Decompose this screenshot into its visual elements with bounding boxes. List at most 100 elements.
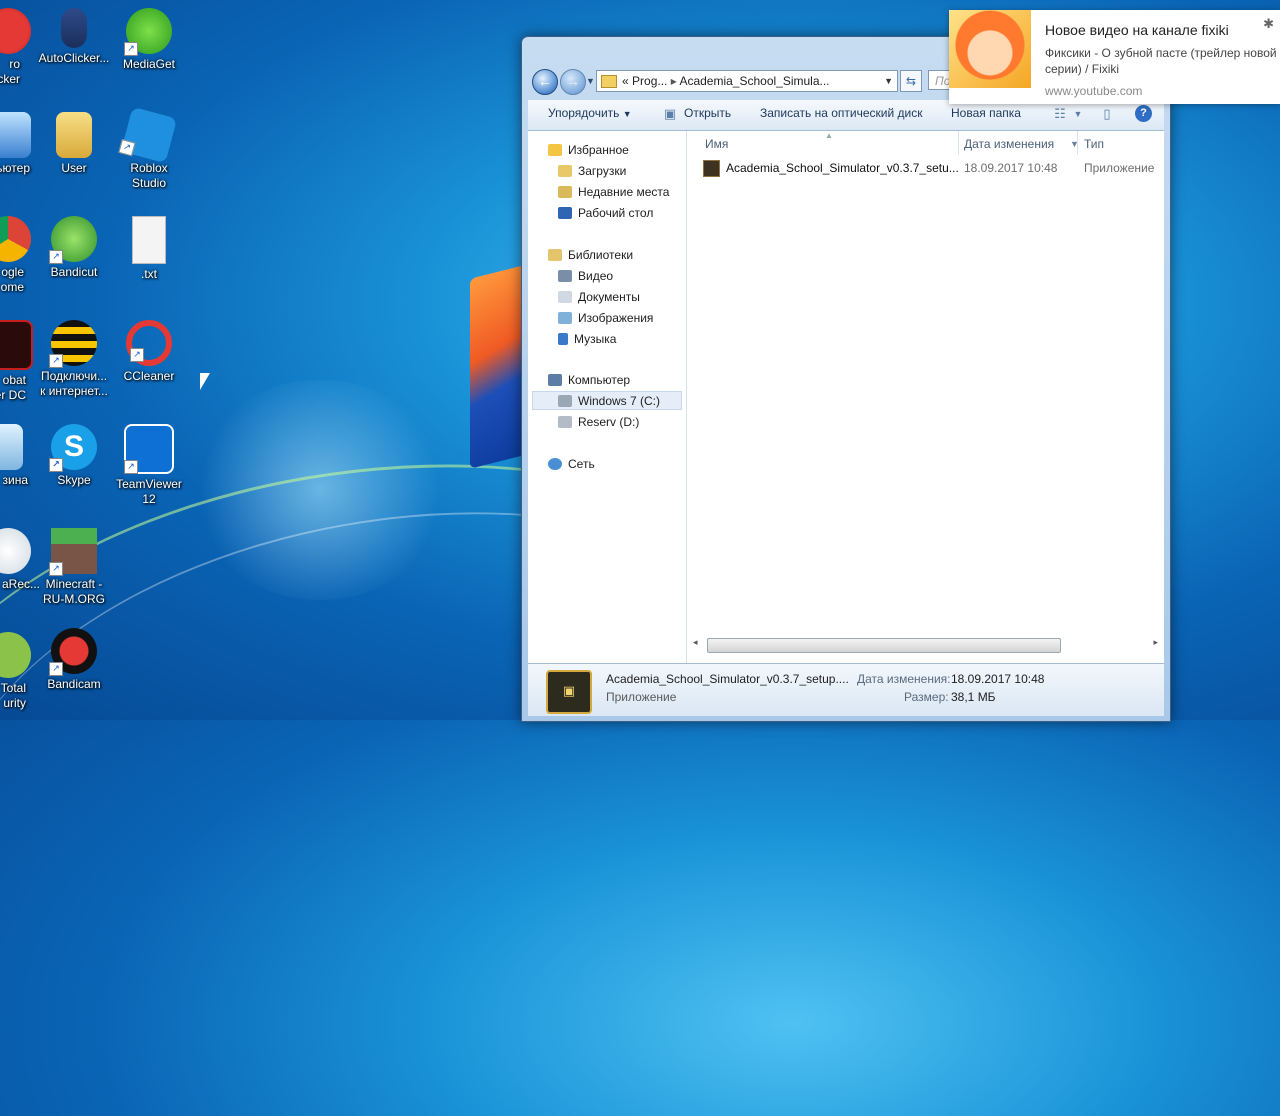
ccleaner-icon: ↗ (126, 320, 172, 366)
organize-label: Упорядочить (548, 106, 620, 120)
explorer-window[interactable]: ← → ▼ « Prog... ▸ Academia_School_Simula… (521, 36, 1171, 722)
shortcut-arrow-icon: ↗ (124, 42, 138, 56)
nav-label: Reserv (D:) (578, 415, 640, 429)
desktop-icon-autoclicker[interactable]: AutoClicker... (36, 8, 112, 66)
gear-icon[interactable]: ✱ (1263, 16, 1274, 32)
desktop-icon-ccleaner[interactable]: ↗ CCleaner (111, 320, 187, 384)
nav-desktop[interactable]: Рабочий стол (558, 204, 653, 223)
nav-video[interactable]: Видео (558, 267, 613, 286)
nav-drive-d[interactable]: Reserv (D:) (558, 413, 639, 432)
desktop-icon-label: MediaGet (122, 57, 176, 71)
scrollbar-thumb[interactable] (707, 638, 1061, 653)
nav-images[interactable]: Изображения (558, 309, 653, 328)
skype-icon: S ↗ (49, 424, 97, 472)
open-button[interactable]: Открыть (684, 106, 731, 120)
sort-indicator-icon: ▲ (825, 131, 833, 140)
horizontal-scrollbar[interactable]: ◂ ▸ (687, 637, 1164, 653)
organize-button[interactable]: Упорядочить ▼ (548, 106, 632, 120)
nav-label: Изображения (578, 311, 654, 325)
forward-button[interactable]: → (560, 69, 586, 95)
desktop-icon-label: User (61, 161, 87, 175)
downloads-folder-icon (558, 165, 572, 177)
new-folder-button[interactable]: Новая папка (951, 106, 1021, 120)
desktop-icon-roblox-studio[interactable]: ↗ Roblox Studio (111, 106, 187, 191)
video-icon (558, 270, 572, 282)
address-dropdown-icon[interactable]: ▼ (884, 71, 893, 91)
nav-favorites[interactable]: Избранное (548, 141, 629, 160)
shortcut-arrow-icon: ↗ (118, 139, 136, 157)
desktop-icon-bandicam[interactable]: ↗ Bandicam (36, 628, 112, 692)
mouse-icon (61, 8, 87, 48)
scroll-right-icon[interactable]: ▸ (1153, 637, 1158, 648)
file-date: 18.09.2017 10:48 (964, 161, 1058, 175)
video-thumbnail (949, 10, 1031, 88)
preview-pane-icon[interactable]: ▯ (1099, 106, 1115, 122)
column-header-type[interactable]: Тип (1084, 137, 1104, 151)
nav-label: Музыка (574, 332, 617, 346)
drive-icon (558, 416, 572, 428)
column-divider[interactable] (1077, 131, 1078, 155)
scroll-left-icon[interactable]: ◂ (693, 637, 698, 648)
shortcut-arrow-icon: ↗ (49, 354, 63, 368)
burn-disc-button[interactable]: Записать на оптический диск (760, 106, 923, 120)
desktop-icon-minecraft[interactable]: ↗ Minecraft - RU-M.ORG (36, 528, 112, 607)
table-row[interactable]: Academia_School_Simulator_v0.3.7_setu...… (701, 157, 1164, 179)
desktop-icon-beeline[interactable]: ↗ Подключи... к интернет... (36, 320, 112, 399)
notification-body: Фиксики - О зубной пасте (трейлер новой … (1045, 46, 1277, 76)
back-button[interactable]: ← (532, 69, 558, 95)
notification-title: Новое видео на канале fixiki (1045, 22, 1229, 38)
nav-label: Библиотеки (568, 248, 634, 262)
desktop-icon-bandicut[interactable]: ↗ Bandicut (36, 216, 112, 280)
desktop-icon-label: Bandicut (50, 265, 98, 279)
shortcut-arrow-icon: ↗ (130, 348, 144, 362)
breadcrumb-overflow[interactable]: « (622, 74, 629, 88)
desktop-icon-user[interactable]: User (36, 112, 112, 176)
desktop-icon-label: TeamViewer 12 (116, 477, 182, 506)
music-icon (558, 333, 568, 345)
nav-computer[interactable]: Компьютер (548, 371, 630, 390)
nav-drive-c[interactable]: Windows 7 (C:) (532, 391, 682, 410)
view-options-icon[interactable]: ☷ (1052, 106, 1068, 122)
desktop-icon-txt[interactable]: .txt (111, 216, 187, 282)
file-name: Academia_School_Simulator_v0.3.7_setu... (726, 161, 959, 175)
desktop-icon-label: CCleaner (123, 369, 175, 383)
breadcrumb-item[interactable]: Academia_School_Simula... (679, 74, 829, 88)
refresh-icon[interactable]: ⇆ (900, 70, 922, 92)
desktop-icon-label: Roblox Studio (130, 161, 168, 190)
pro-clicker-icon (0, 8, 31, 54)
total-security-icon (0, 632, 31, 678)
breadcrumb-item[interactable]: Prog... (632, 74, 667, 88)
nav-network[interactable]: Сеть (548, 455, 595, 474)
column-header-name[interactable]: Имя (705, 137, 728, 151)
roblox-studio-icon: ↗ (118, 106, 178, 164)
open-icon: ▣ (663, 106, 677, 121)
desktop-icon-label: Minecraft - RU-M.ORG (43, 577, 105, 606)
nav-libraries[interactable]: Библиотеки (548, 246, 633, 265)
shortcut-arrow-icon: ↗ (49, 458, 63, 472)
address-bar[interactable]: « Prog... ▸ Academia_School_Simula... ▼ (596, 70, 898, 92)
camera-icon (0, 528, 31, 574)
details-size-value: 38,1 МБ (951, 690, 996, 704)
column-divider[interactable] (958, 131, 959, 155)
shortcut-arrow-icon: ↗ (49, 250, 63, 264)
bandicam-icon: ↗ (49, 628, 97, 676)
desktop-icon-teamviewer[interactable]: ↗ TeamViewer 12 (111, 424, 187, 507)
nav-music[interactable]: Музыка (558, 330, 616, 349)
desktop-icon-skype[interactable]: S ↗ Skype (36, 424, 112, 488)
nav-recent-places[interactable]: Недавние места (558, 183, 669, 202)
details-pane: ▣ Academia_School_Simulator_v0.3.7_setup… (528, 663, 1164, 716)
youtube-notification[interactable]: Новое видео на канале fixiki Фиксики - О… (949, 10, 1280, 104)
desktop-icon-label: Skype (57, 473, 91, 487)
column-header-date[interactable]: Дата изменения (964, 137, 1054, 151)
nav-label: Видео (578, 269, 614, 283)
nav-documents[interactable]: Документы (558, 288, 640, 307)
nav-downloads[interactable]: Загрузки (558, 162, 626, 181)
recent-pages-dropdown-icon[interactable]: ▼ (586, 76, 595, 86)
bandicut-icon: ↗ (49, 216, 97, 264)
chevron-down-icon[interactable]: ▼ (1070, 106, 1086, 122)
breadcrumb-separator-icon: ▸ (670, 74, 677, 88)
desktop-icon-mediaget[interactable]: ↗ MediaGet (111, 8, 187, 72)
mouse-cursor (200, 373, 210, 390)
star-icon (548, 144, 562, 156)
help-icon[interactable]: ? (1135, 105, 1152, 122)
